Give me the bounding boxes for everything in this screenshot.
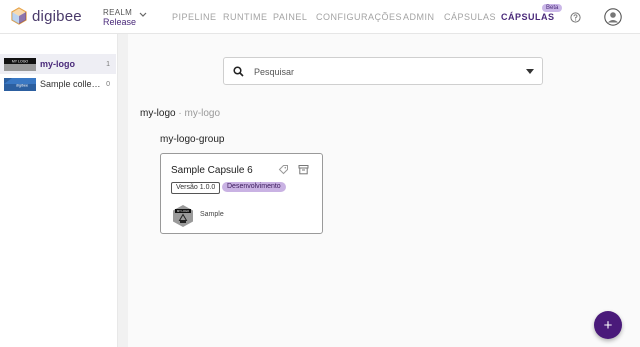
search-box[interactable]: [223, 57, 543, 85]
sidebar-scroll-gutter: [118, 34, 128, 347]
archive-icon[interactable]: [298, 164, 309, 175]
collection-hexagon-icon: MY LOGO: [173, 205, 193, 227]
add-capsule-button[interactable]: +: [594, 311, 622, 339]
collection-thumbnail-icon: digibee: [4, 77, 36, 91]
nav-capsulas[interactable]: CÁPSULAS: [444, 12, 496, 22]
realm-selector[interactable]: REALM Release: [103, 8, 136, 28]
sidebar-item-label: my-logo: [40, 59, 75, 69]
plus-icon: +: [603, 316, 613, 334]
top-navigation-bar: digibee REALM Release PIPELINE RUNTIME P…: [0, 0, 640, 34]
realm-value: Release: [103, 17, 137, 27]
nav-pipeline[interactable]: PIPELINE: [172, 12, 217, 22]
beta-badge: Beta: [542, 4, 563, 12]
digibee-logo-icon: [11, 7, 27, 25]
sidebar-item-count: 0: [106, 80, 110, 88]
sidebar-item-label: Sample collection: [40, 79, 104, 89]
capsule-title: Sample Capsule 6: [171, 165, 253, 176]
group-title: my-logo-group: [160, 134, 225, 145]
sidebar-item-sample-collection[interactable]: digibee Sample collection 0: [0, 74, 116, 94]
app-logo[interactable]: digibee: [11, 7, 82, 25]
help-icon[interactable]: [570, 12, 581, 23]
breadcrumb: my-logo · my-logo: [140, 108, 220, 119]
thumb-text: MY LOGO: [177, 209, 189, 213]
nav-runtime[interactable]: RUNTIME: [223, 12, 268, 22]
collection-name: Sample: [200, 211, 224, 218]
tag-icon[interactable]: [278, 164, 289, 175]
breadcrumb-separator: ·: [178, 108, 182, 119]
user-avatar-icon[interactable]: [604, 8, 622, 26]
nav-painel[interactable]: PAINEL: [273, 12, 307, 22]
collection-thumbnail-icon: MY LOGO: [4, 57, 36, 71]
capsule-card[interactable]: Sample Capsule 6 Versão 1.0.0 Desenvolvi…: [160, 153, 323, 234]
nav-admin[interactable]: ADMIN: [403, 12, 435, 22]
nav-capsulas-beta[interactable]: CÁPSULAS: [501, 12, 555, 22]
caret-down-icon[interactable]: [526, 69, 534, 74]
chevron-down-icon[interactable]: [139, 12, 147, 18]
sidebar-item-my-logo[interactable]: MY LOGO my-logo 1: [0, 54, 116, 74]
search-icon: [233, 66, 244, 77]
thumb-text: MY LOGO: [12, 59, 29, 63]
version-badge: Versão 1.0.0: [171, 182, 221, 194]
breadcrumb-sub: my-logo: [184, 108, 221, 119]
nav-configuracoes[interactable]: CONFIGURAÇÕES: [316, 12, 402, 22]
sidebar-item-count: 1: [106, 60, 110, 68]
status-badge: Desenvolvimento: [222, 182, 286, 192]
realm-label: REALM: [103, 8, 133, 17]
app-name: digibee: [32, 7, 82, 25]
collections-sidebar: MY LOGO my-logo 1 digibee Sample collect…: [0, 34, 118, 347]
thumb-text: digibee: [16, 83, 28, 87]
breadcrumb-main[interactable]: my-logo: [140, 108, 176, 119]
search-input[interactable]: [254, 64, 514, 80]
